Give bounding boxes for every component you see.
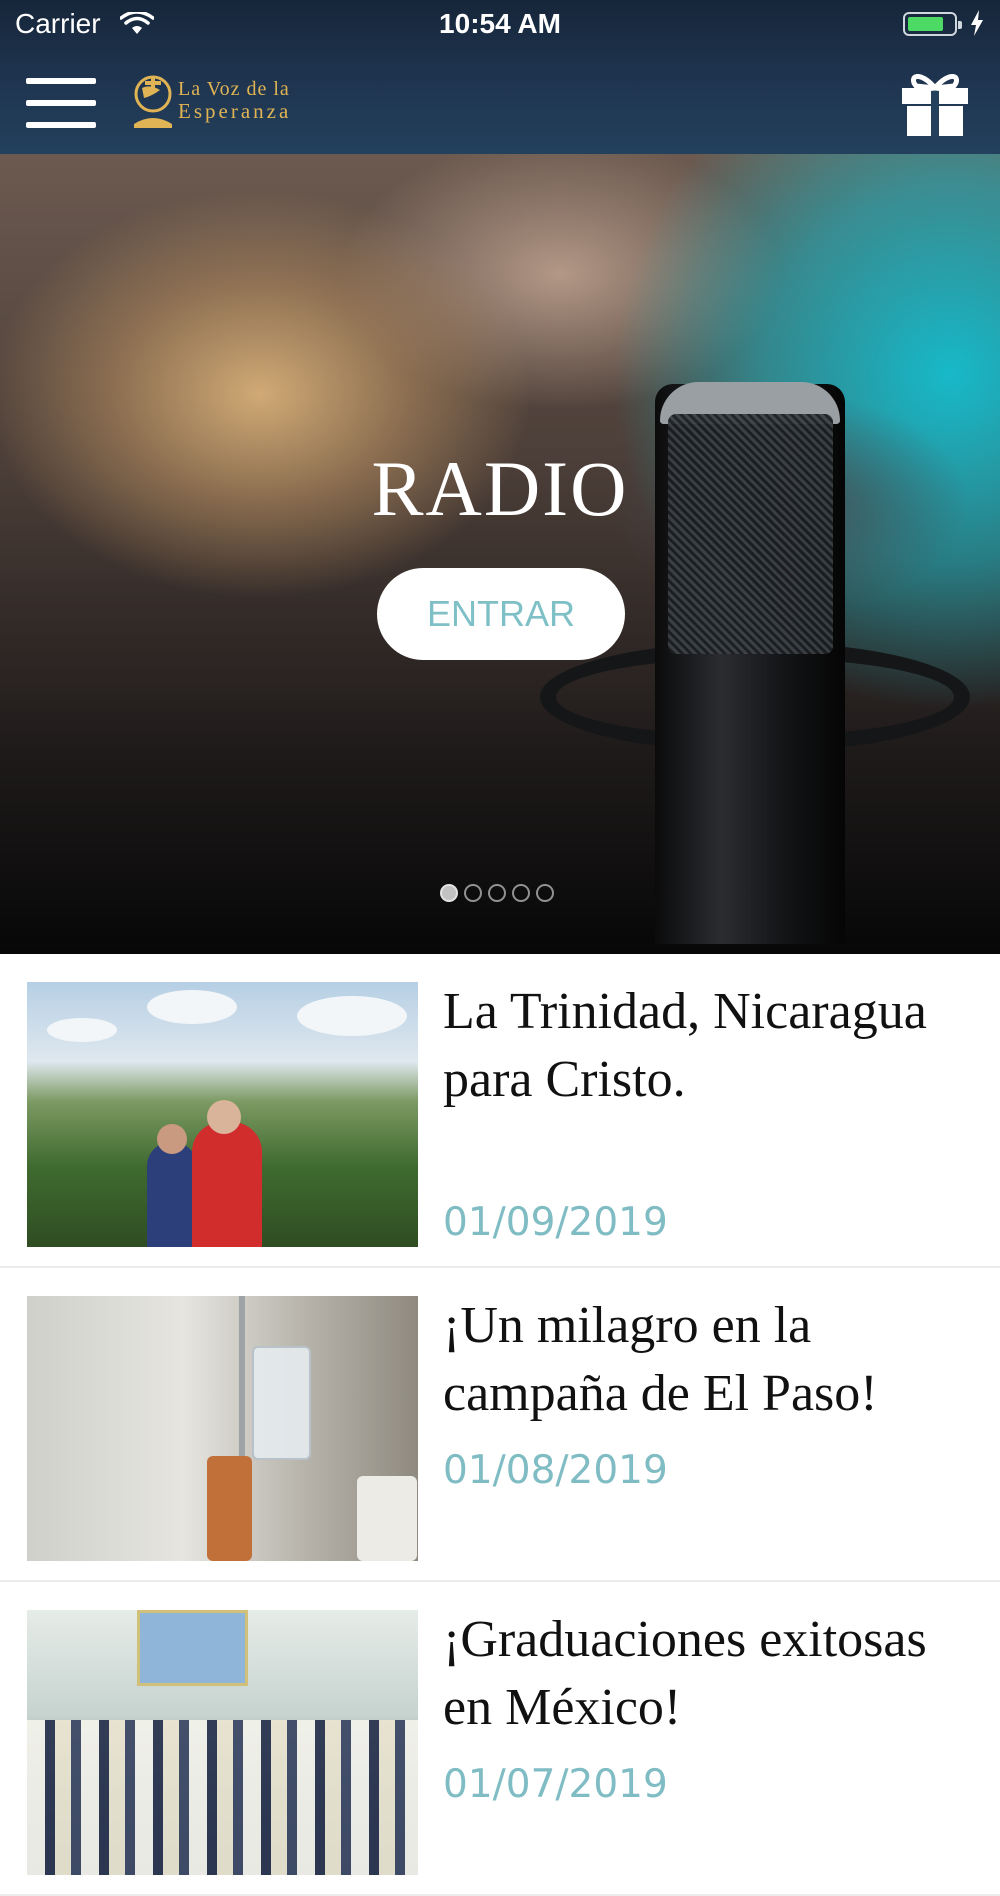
list-item[interactable]: ¡Un milagro en la campaña de El Paso! 01… [0, 1268, 1000, 1582]
battery-fill [908, 17, 943, 31]
gift-icon[interactable] [900, 66, 970, 138]
article-date: 01/09/2019 [443, 1200, 668, 1245]
top-bar: Carrier 10:54 AM La Voz de la Esperanza [0, 0, 1000, 154]
charging-bolt-icon [971, 10, 983, 36]
article-date: 01/08/2019 [443, 1448, 668, 1493]
list-item[interactable]: ¡Graduaciones exitosas en México! 01/07/… [0, 1582, 1000, 1896]
hamburger-menu-icon[interactable] [26, 78, 96, 128]
status-bar: Carrier 10:54 AM [0, 0, 1000, 50]
hero-title: RADIO [371, 445, 629, 532]
article-thumbnail [27, 982, 418, 1247]
carousel-dot[interactable] [488, 884, 506, 902]
list-item[interactable]: La Trinidad, Nicaragua para Cristo. 01/0… [0, 954, 1000, 1268]
carousel-dot[interactable] [536, 884, 554, 902]
article-title: ¡Un milagro en la campaña de El Paso! [443, 1297, 878, 1422]
article-title: ¡Graduaciones exitosas en México! [443, 1611, 927, 1736]
carousel-dot[interactable] [512, 884, 530, 902]
article-thumbnail [27, 1296, 418, 1561]
article-thumbnail [27, 1610, 418, 1875]
logo-line-2: Esperanza [178, 99, 292, 123]
enter-button[interactable]: ENTRAR [377, 568, 625, 660]
carousel-page-indicator[interactable] [440, 884, 554, 904]
logo-emblem-icon [134, 75, 172, 128]
article-title: La Trinidad, Nicaragua para Cristo. [443, 983, 927, 1108]
article-list: La Trinidad, Nicaragua para Cristo. 01/0… [0, 954, 1000, 1896]
carousel-dot[interactable] [440, 884, 458, 902]
app-logo: La Voz de la Esperanza [130, 72, 330, 132]
hero-carousel[interactable]: RADIO ENTRAR [0, 154, 1000, 954]
article-date: 01/07/2019 [443, 1762, 668, 1807]
carousel-dot[interactable] [464, 884, 482, 902]
status-time: 10:54 AM [439, 8, 561, 39]
battery-icon [903, 12, 962, 36]
logo-text: La Voz de la Esperanza [178, 78, 291, 122]
logo-line-1: La Voz de la [178, 78, 290, 100]
